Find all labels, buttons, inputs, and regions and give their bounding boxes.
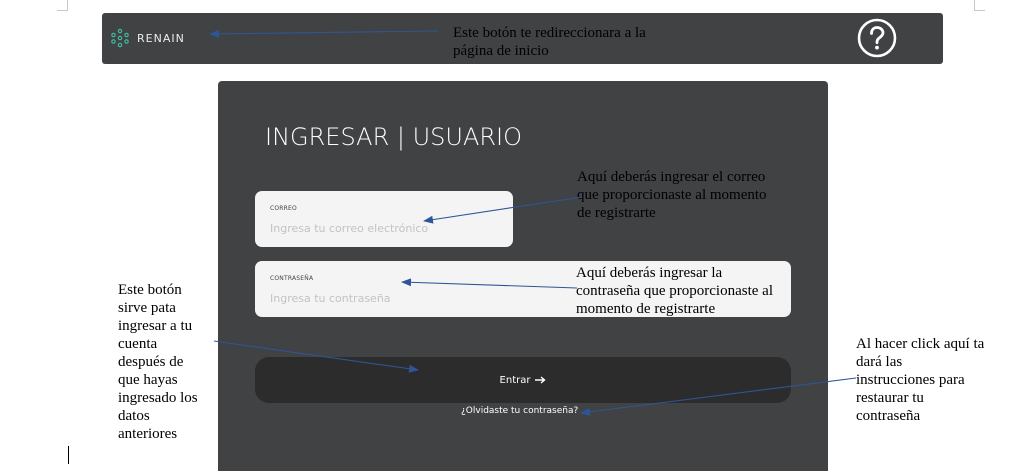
arrow-to-email: [423, 196, 583, 224]
annotation-arrows: [209, 29, 857, 416]
arrow-to-home: [209, 29, 439, 38]
arrow-to-submit: [213, 340, 419, 373]
arrow-to-password: [401, 278, 578, 289]
arrow-to-forgot: [580, 377, 857, 416]
